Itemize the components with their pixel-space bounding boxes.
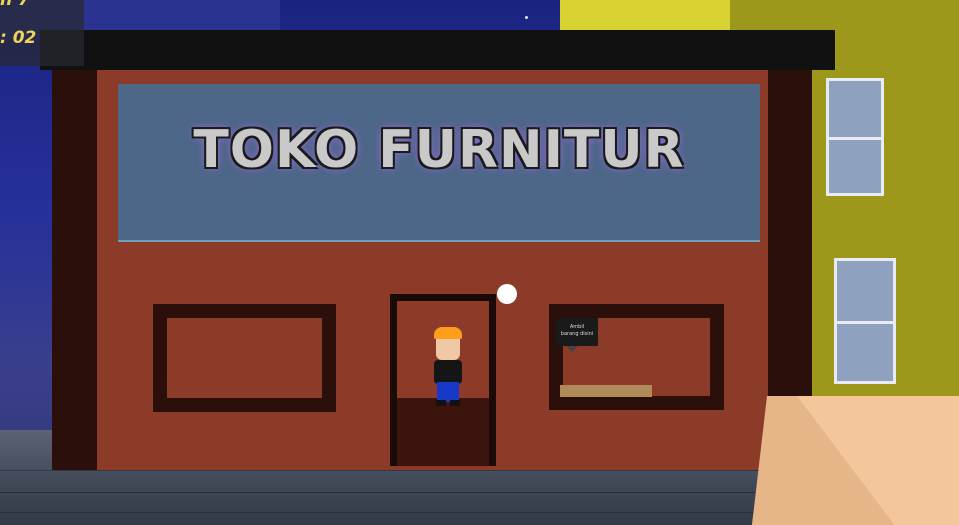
crosshair-icon	[497, 284, 517, 304]
store-roof	[40, 30, 835, 70]
npc-shopkeeper[interactable]	[434, 360, 462, 384]
building-window	[834, 258, 896, 384]
hud-counter-text: : 02	[0, 28, 37, 48]
npc-legs	[437, 382, 459, 402]
building-window	[826, 78, 884, 196]
pickup-tooltip: Ambil barang disini	[556, 318, 598, 346]
hud-level-text: n 7	[0, 0, 30, 10]
npc-hair	[434, 327, 462, 339]
furniture-table[interactable]	[560, 385, 652, 397]
store-pillar-left	[52, 66, 97, 470]
store-window-left	[153, 304, 336, 412]
npc-shoe	[450, 400, 460, 406]
store-sign-text: TOKO FURNITUR	[193, 120, 685, 180]
yellow-building-top	[560, 0, 730, 30]
door-lower-panel	[397, 398, 489, 466]
npc-shoe	[436, 400, 446, 406]
star	[525, 16, 528, 19]
tooltip-arrow-icon	[566, 346, 578, 352]
